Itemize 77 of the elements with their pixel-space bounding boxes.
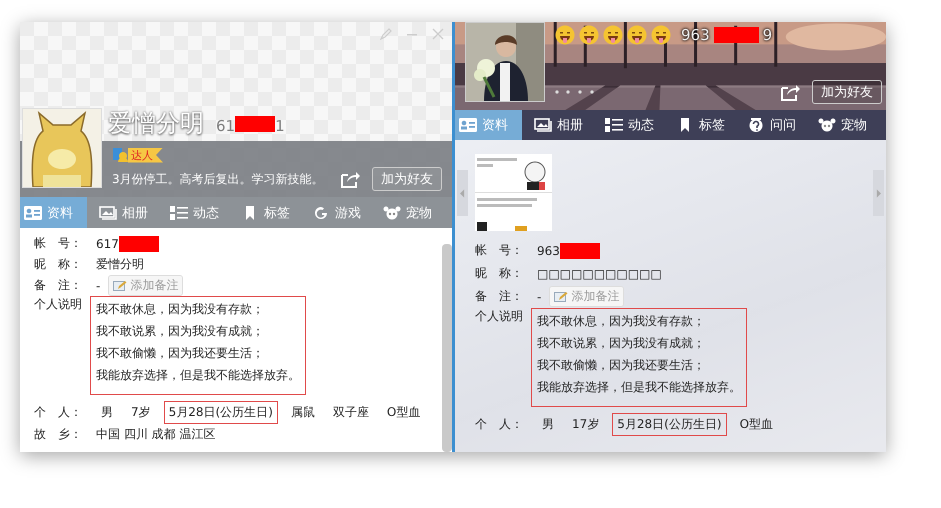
account-number: 617 <box>96 236 119 250</box>
account-number: 61 <box>216 117 236 135</box>
bio-line: 我不敢休息，因为我没有存款； <box>96 301 265 318</box>
tab[interactable]: 动态 <box>160 197 229 228</box>
swirl-icon <box>312 206 330 220</box>
add-friend-button[interactable]: 加为好友 <box>372 167 442 191</box>
profile-detail: O型血 <box>386 404 422 421</box>
tab[interactable]: 资料 <box>20 197 87 228</box>
list-icon <box>605 118 623 132</box>
scrollbar[interactable] <box>442 244 452 452</box>
tab[interactable]: 资料 <box>455 110 522 140</box>
photo-icon <box>534 118 552 132</box>
field-value: 中国 四川 成都 温江区 <box>96 426 216 443</box>
field-label: 帐 号： <box>34 235 83 252</box>
add-note-button[interactable]: 添加备注 <box>108 275 184 296</box>
profile-detail: 男 <box>100 404 114 421</box>
paw-icon <box>818 118 836 132</box>
field-label: 昵 称： <box>475 265 524 282</box>
profile-detail: 17岁 <box>571 416 600 433</box>
profile-name: 爱憎分明 <box>108 108 204 139</box>
field-value: - <box>96 278 100 292</box>
signature-text: 3月份停工。高考后复出。学习新技能。 <box>112 170 325 188</box>
bio-line: 我不敢偷懒，因为我还要生活； <box>96 345 265 362</box>
chevron-left-icon <box>460 188 465 198</box>
field-label: 故 乡： <box>34 426 83 443</box>
list-icon <box>170 206 188 220</box>
profile-detail: 男 <box>541 416 555 433</box>
field-label: 个 人： <box>475 416 524 433</box>
profile-detail: 7岁 <box>130 404 152 421</box>
field-label: 备 注： <box>34 277 83 294</box>
tab[interactable]: 标签 <box>231 197 300 228</box>
brush-icon[interactable] <box>380 28 392 40</box>
bio-line: 我不敢偷懒，因为我还要生活； <box>537 357 706 374</box>
profile-detail: O型血 <box>738 416 774 433</box>
add-note-button[interactable]: 添加备注 <box>549 286 624 307</box>
redaction-mark <box>118 236 159 252</box>
redaction-mark <box>560 242 600 258</box>
tab[interactable]: 标签 <box>666 110 735 140</box>
bio-line: 我不敢说累，因为我没有成就； <box>537 335 706 352</box>
tab[interactable]: 相册 <box>524 110 593 140</box>
chevron-right-icon <box>876 188 881 198</box>
tab[interactable]: 宠物 <box>373 197 442 228</box>
pencil-note-icon <box>554 290 568 302</box>
field-label: 个 人： <box>34 404 83 421</box>
profile-detail: 属鼠 <box>290 404 316 421</box>
pencil-note-icon <box>113 280 128 292</box>
bio-line: 我不敢说累，因为我没有成就； <box>96 323 265 340</box>
tab[interactable]: 游戏 <box>302 197 371 228</box>
field-label: 昵 称： <box>34 256 83 273</box>
id-card-icon <box>24 206 42 220</box>
profile-detail: 5月28日(公历生日) <box>612 413 727 436</box>
tab[interactable]: 动态 <box>595 110 664 140</box>
close-icon[interactable] <box>432 28 444 40</box>
bio-line: 我能放弃选择，但是我不能选择放弃。 <box>537 379 741 396</box>
field-label: 个人说明 <box>34 296 83 313</box>
field-label: 个人说明 <box>475 308 524 325</box>
id-card-icon <box>459 118 477 132</box>
tab[interactable]: 相册 <box>89 197 158 228</box>
badge-label: 达人 <box>128 148 163 162</box>
tab[interactable]: 宠物 <box>808 110 877 140</box>
tab[interactable]: 问问 <box>737 110 806 140</box>
photo-icon <box>99 206 117 220</box>
field-label: 备 注： <box>475 288 524 305</box>
account-number: 963 <box>537 244 560 258</box>
bio-line: 我能放弃选择，但是我不能选择放弃。 <box>96 367 300 384</box>
redaction-mark <box>235 116 276 132</box>
field-value: - <box>537 290 542 304</box>
account-number: 1 <box>275 117 285 135</box>
bio-line: 我不敢休息，因为我没有存款； <box>537 313 706 330</box>
field-label: 帐 号： <box>475 242 524 259</box>
field-value: 爱憎分明 <box>96 256 144 273</box>
profile-detail: 5月28日(公历生日) <box>164 401 278 424</box>
paw-icon <box>383 206 401 220</box>
bell-icon <box>112 147 128 163</box>
field-value: □□□□□□□□□□□ <box>537 266 662 280</box>
question-icon <box>747 118 765 132</box>
profile-detail: 双子座 <box>332 404 370 421</box>
